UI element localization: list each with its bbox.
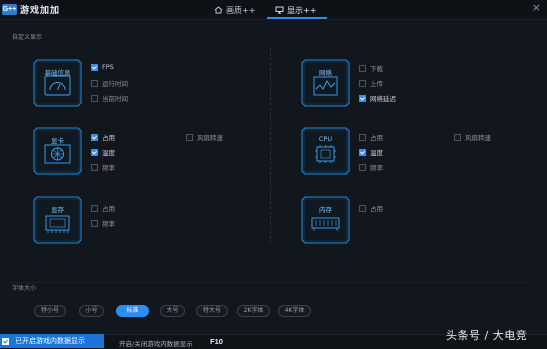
active-tab-indicator — [267, 17, 327, 19]
card-system-info: 基础信息 — [33, 59, 82, 107]
checkbox[interactable] — [454, 133, 461, 141]
checkbox[interactable] — [91, 79, 98, 87]
font-option-4k[interactable]: 4K字体 — [278, 305, 311, 317]
home-icon — [214, 6, 223, 14]
option-runtime[interactable]: 运行时间 — [91, 78, 128, 88]
font-option-small[interactable]: 小号 — [79, 305, 104, 317]
card-network: 网络 — [301, 59, 350, 107]
card-vram-title: 显存 — [51, 206, 64, 214]
app-logo: G++ 游戏加加 — [2, 2, 60, 16]
option-vram-freq[interactable]: 频率 — [91, 218, 115, 228]
option-label: 频率 — [102, 164, 115, 172]
font-option-2k[interactable]: 2K字体 — [237, 305, 270, 317]
card-memory: 内存 — [301, 196, 350, 244]
tab-display-label: 显示++ — [287, 5, 317, 15]
card-system-title: 基础信息 — [44, 69, 71, 77]
option-label: 运行时间 — [102, 80, 128, 88]
font-option-xsmall[interactable]: 特小号 — [34, 305, 66, 317]
option-label: 温度 — [102, 149, 115, 157]
card-network-title: 网络 — [319, 69, 332, 77]
option-label: 占用 — [370, 205, 383, 213]
option-label: 下载 — [370, 65, 383, 73]
checkbox[interactable] — [186, 133, 193, 141]
option-label: 风扇转速 — [197, 134, 223, 142]
card-gpu-title: 显卡 — [51, 137, 64, 145]
checkbox[interactable] — [2, 337, 9, 345]
option-label: 频率 — [370, 164, 383, 172]
checkbox[interactable] — [91, 219, 98, 227]
monitor-icon — [275, 6, 284, 14]
option-gpu-freq[interactable]: 频率 — [91, 162, 115, 172]
title-bar: G++ 游戏加加 画质++ 显示++ × — [0, 0, 547, 20]
checkbox[interactable] — [91, 133, 98, 141]
checkbox[interactable] — [91, 163, 98, 171]
option-cpu-freq[interactable]: 频率 — [359, 162, 383, 172]
tab-quality-label: 画质++ — [226, 5, 256, 15]
checkbox[interactable] — [359, 133, 366, 141]
option-latency[interactable]: 网络延迟 — [359, 93, 396, 103]
option-upload[interactable]: 上传 — [359, 78, 383, 88]
enable-overlay-toggle[interactable]: 已开启游戏内数据显示 — [0, 334, 104, 348]
option-label: 占用 — [370, 134, 383, 142]
app-title: 游戏加加 — [20, 5, 61, 16]
card-gpu: 显卡 — [33, 127, 82, 175]
font-option-large[interactable]: 大号 — [160, 305, 185, 317]
watermark-text: 头条号 / 大电竞 — [446, 329, 528, 342]
option-download[interactable]: 下载 — [359, 63, 383, 73]
option-cpu-usage[interactable]: 占用 — [359, 132, 383, 142]
option-label: 当前时间 — [102, 95, 128, 103]
checkbox[interactable] — [359, 204, 366, 212]
option-gpu-fan[interactable]: 风扇转速 — [186, 132, 223, 142]
option-cpu-fan[interactable]: 风扇转速 — [454, 132, 491, 142]
option-fps[interactable]: FPS — [91, 63, 114, 71]
font-size-label: 字体大小 — [12, 285, 37, 292]
option-label: 占用 — [102, 134, 115, 142]
card-vram: 显存 — [33, 196, 82, 244]
option-cpu-temp[interactable]: 温度 — [359, 147, 383, 157]
checkbox[interactable] — [359, 94, 366, 102]
enable-overlay-label: 已开启游戏内数据显示 — [15, 337, 85, 345]
option-label: 占用 — [102, 205, 115, 213]
checkbox[interactable] — [91, 148, 98, 156]
option-current-time[interactable]: 当前时间 — [91, 93, 128, 103]
font-option-xlarge[interactable]: 特大号 — [196, 305, 228, 317]
checkbox[interactable] — [91, 63, 98, 71]
font-option-standard[interactable]: 标准 — [116, 305, 149, 317]
option-vram-usage[interactable]: 占用 — [91, 203, 115, 213]
close-button[interactable]: × — [532, 1, 541, 14]
option-gpu-usage[interactable]: 占用 — [91, 132, 115, 142]
checkbox[interactable] — [359, 163, 366, 171]
option-memory-usage[interactable]: 占用 — [359, 203, 383, 213]
checkbox[interactable] — [359, 148, 366, 156]
option-label: 上传 — [370, 80, 383, 88]
separator-line — [12, 282, 532, 283]
checkbox[interactable] — [359, 64, 366, 72]
hotkey-value[interactable]: F10 — [210, 337, 223, 346]
tab-quality[interactable]: 画质++ — [214, 2, 255, 18]
option-label: 网络延迟 — [370, 95, 396, 103]
option-label: 风扇转速 — [465, 134, 491, 142]
card-cpu: CPU — [301, 127, 350, 175]
column-divider — [270, 48, 271, 244]
card-cpu-title: CPU — [318, 135, 333, 143]
option-label: 温度 — [370, 149, 383, 157]
logo-badge: G++ — [2, 3, 17, 15]
tab-display[interactable]: 显示++ — [275, 2, 316, 18]
card-memory-title: 内存 — [319, 206, 332, 214]
option-label: FPS — [102, 63, 114, 71]
checkbox[interactable] — [91, 94, 98, 102]
checkbox[interactable] — [359, 79, 366, 87]
custom-display-label: 自定义显示 — [12, 34, 43, 41]
hotkey-label: 开启/关闭游戏内数据显示 — [119, 340, 193, 348]
checkbox[interactable] — [91, 204, 98, 212]
option-gpu-temp[interactable]: 温度 — [91, 147, 115, 157]
option-label: 频率 — [102, 220, 115, 228]
